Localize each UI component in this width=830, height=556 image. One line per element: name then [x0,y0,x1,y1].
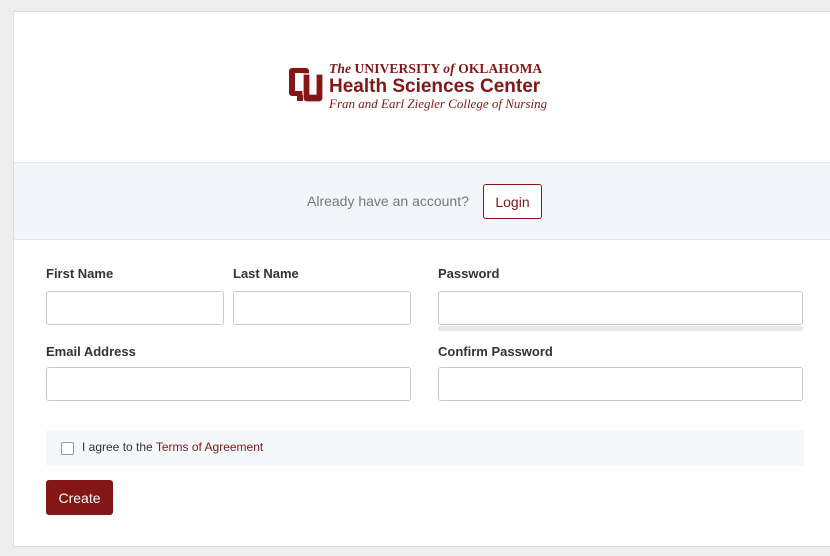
first-name-field[interactable] [46,291,224,325]
password-field[interactable] [438,291,803,325]
login-button[interactable]: Login [483,184,542,219]
terms-label: I agree to the Terms of Agreement [82,440,264,454]
first-name-label: First Name [46,266,114,281]
login-prompt: Already have an account? [307,193,469,209]
logo-line-college: Fran and Earl Ziegler College of Nursing [329,95,548,111]
terms-checkbox[interactable] [61,442,74,455]
last-name-label: Last Name [233,266,299,281]
logo-text: The UNIVERSITY of OKLAHOMA Health Scienc… [329,62,547,110]
university-logo: The UNIVERSITY of OKLAHOMA Health Scienc… [289,60,547,112]
registration-card: The UNIVERSITY of OKLAHOMA Health Scienc… [13,11,830,547]
logo-line-health-sciences: Health Sciences Center [329,75,541,97]
terms-row: I agree to the Terms of Agreement [46,430,804,466]
password-strength-meter [438,326,803,331]
logo-line-university: The UNIVERSITY of OKLAHOMA [329,61,543,77]
header: The UNIVERSITY of OKLAHOMA Health Scienc… [14,12,830,162]
confirm-password-label: Confirm Password [438,344,553,359]
ou-interlocking-logo-icon [289,68,323,103]
create-button[interactable]: Create [46,480,113,515]
email-label: Email Address [46,344,136,359]
terms-of-agreement-link[interactable]: Terms of Agreement [156,440,263,454]
confirm-password-field[interactable] [438,367,803,401]
last-name-field[interactable] [233,291,411,325]
login-bar: Already have an account? Login [14,162,830,240]
password-label: Password [438,266,500,281]
email-field[interactable] [46,367,411,401]
